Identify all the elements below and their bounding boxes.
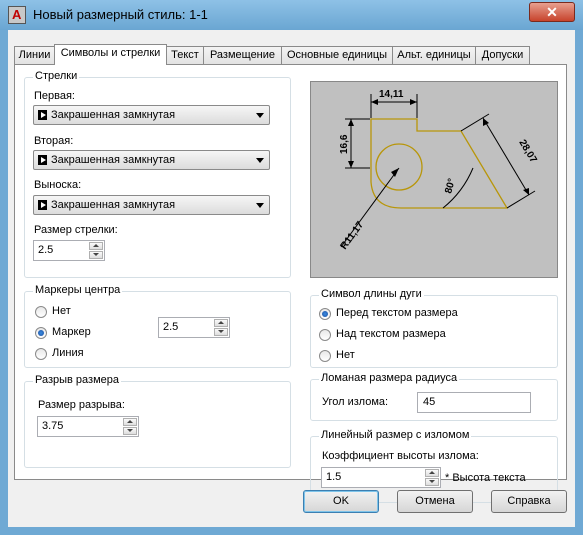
center-mark-size-spinner[interactable]: 2.5 — [158, 317, 230, 338]
center-mark-none-radio[interactable] — [35, 306, 47, 318]
center-mark-mark-radio[interactable] — [35, 327, 47, 339]
tab-primary-units[interactable]: Основные единицы — [281, 46, 393, 64]
jog-height-factor-label: Коэффициент высоты излома: — [322, 450, 479, 462]
preview-dim-diag: 28,07 — [516, 138, 539, 165]
preview-drawing: 14,11 16,6 28,07 80° R11,17 — [339, 89, 539, 252]
spin-up-icon[interactable] — [89, 242, 103, 250]
preview-angle: 80° — [443, 177, 458, 194]
center-mark-line-radio[interactable] — [35, 348, 47, 360]
filled-arrow-icon — [38, 200, 47, 210]
spin-down-icon[interactable] — [123, 427, 137, 435]
arrow-size-value: 2.5 — [38, 244, 54, 256]
arc-length-group: Символ длины дуги Перед текстом размера … — [310, 288, 558, 368]
center-mark-mark-label: Маркер — [52, 326, 91, 338]
jog-height-factor-value: 1.5 — [326, 471, 342, 483]
second-arrow-label: Вторая: — [34, 135, 74, 147]
jog-angle-input[interactable]: 45 — [417, 392, 531, 413]
linear-jog-group-title: Линейный размер с изломом — [319, 429, 472, 441]
preview-dim-top: 14,11 — [379, 89, 404, 100]
jog-height-factor-spinner[interactable]: 1.5 — [321, 467, 441, 488]
chevron-down-icon — [256, 203, 264, 208]
spin-down-icon[interactable] — [214, 328, 228, 336]
chevron-down-icon — [256, 158, 264, 163]
arc-before-text-label: Перед текстом размера — [336, 307, 458, 319]
center-marks-group-title: Маркеры центра — [33, 284, 123, 296]
jog-angle-label: Угол излома: — [322, 396, 389, 408]
preview-radius: R11,17 — [339, 219, 367, 251]
center-mark-line-label: Линия — [52, 347, 84, 359]
spin-down-icon[interactable] — [89, 251, 103, 259]
radius-jog-group: Ломаная размера радиуса Угол излома: 45 — [310, 372, 558, 421]
filled-arrow-icon — [38, 110, 47, 120]
tab-fit[interactable]: Размещение — [203, 46, 282, 64]
center-mark-size-value: 2.5 — [163, 321, 179, 333]
tab-tolerances[interactable]: Допуски — [475, 46, 530, 64]
arc-above-text-radio[interactable] — [319, 329, 331, 341]
arc-length-group-title: Символ длины дуги — [319, 288, 424, 300]
tab-lines[interactable]: Линии — [14, 46, 55, 64]
jog-height-factor-suffix: * Высота текста — [445, 472, 526, 484]
leader-arrow-label: Выноска: — [34, 179, 82, 191]
app-icon-letter: A — [12, 7, 22, 22]
dialog-window: A Новый размерный стиль: 1-1 ✕ Линии Сим… — [0, 0, 583, 535]
preview-arrowheads — [348, 99, 529, 195]
jog-angle-value: 45 — [423, 396, 436, 408]
first-arrow-value: Закрашенная замкнутая — [51, 109, 176, 121]
spin-down-icon[interactable] — [425, 478, 439, 486]
cancel-button[interactable]: Отмена — [397, 490, 473, 513]
spin-up-icon[interactable] — [214, 319, 228, 327]
chevron-down-icon — [256, 113, 264, 118]
arc-before-text-radio[interactable] — [319, 308, 331, 320]
second-arrow-select[interactable]: Закрашенная замкнутая — [33, 150, 270, 170]
arc-above-text-label: Над текстом размера — [336, 328, 446, 340]
first-arrow-select[interactable]: Закрашенная замкнутая — [33, 105, 270, 125]
tab-symbols-arrows[interactable]: Символы и стрелки — [54, 44, 167, 65]
autocad-app-icon: A — [8, 6, 26, 24]
break-size-label: Размер разрыва: — [38, 399, 125, 411]
tab-alt-units[interactable]: Альт. единицы — [392, 46, 476, 64]
preview-dim-lines — [340, 94, 536, 248]
spin-up-icon[interactable] — [123, 418, 137, 426]
preview-shape-outline — [370, 118, 509, 209]
center-mark-none-label: Нет — [52, 305, 71, 317]
window-title: Новый размерный стиль: 1-1 — [33, 7, 208, 22]
tab-page-symbols-arrows: Стрелки Первая: Закрашенная замкнутая Вт… — [14, 64, 567, 503]
leader-arrow-select[interactable]: Закрашенная замкнутая — [33, 195, 270, 215]
dimension-preview: 14,11 16,6 28,07 80° R11,17 — [310, 81, 558, 278]
arrow-size-spinner[interactable]: 2.5 — [33, 240, 105, 261]
radius-jog-group-title: Ломаная размера радиуса — [319, 372, 460, 384]
break-size-value: 3.75 — [42, 420, 64, 432]
title-bar[interactable]: A Новый размерный стиль: 1-1 ✕ — [0, 0, 583, 30]
arrow-size-label: Размер стрелки: — [34, 224, 118, 236]
arc-none-radio[interactable] — [319, 350, 331, 362]
tab-text[interactable]: Текст — [166, 46, 204, 64]
close-icon[interactable]: ✕ — [529, 2, 575, 22]
dim-break-group-title: Разрыв размера — [33, 374, 122, 386]
filled-arrow-icon — [38, 155, 47, 165]
arrowheads-group: Стрелки Первая: Закрашенная замкнутая Вт… — [24, 70, 291, 278]
dialog-client: Линии Символы и стрелки Текст Размещение… — [8, 30, 575, 527]
second-arrow-value: Закрашенная замкнутая — [51, 154, 176, 166]
first-arrow-label: Первая: — [34, 90, 75, 102]
arrowheads-group-title: Стрелки — [33, 70, 80, 82]
spin-up-icon[interactable] — [425, 469, 439, 477]
arc-none-label: Нет — [336, 349, 355, 361]
break-size-spinner[interactable]: 3.75 — [37, 416, 139, 437]
center-marks-group: Маркеры центра Нет Маркер Линия 2.5 — [24, 284, 291, 368]
preview-dim-left: 16,6 — [339, 134, 350, 154]
dim-break-group: Разрыв размера Размер разрыва: 3.75 — [24, 374, 291, 468]
ok-button[interactable]: OK — [303, 490, 379, 513]
leader-arrow-value: Закрашенная замкнутая — [51, 199, 176, 211]
help-button[interactable]: Справка — [491, 490, 567, 513]
